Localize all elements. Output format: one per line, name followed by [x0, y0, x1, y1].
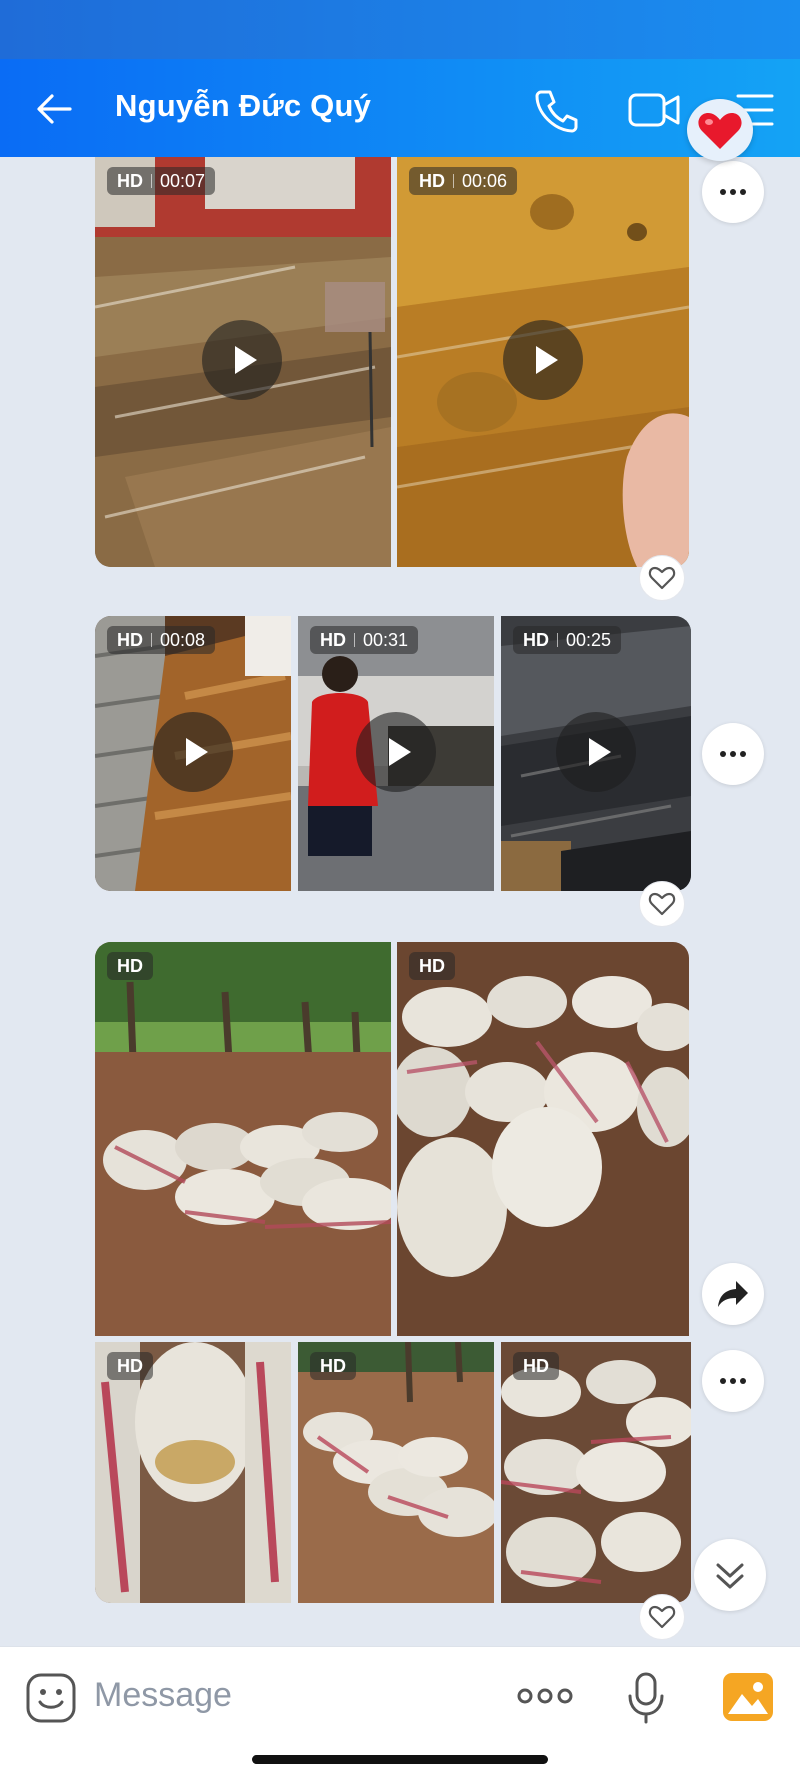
heart-emoji-icon: [698, 113, 742, 149]
video-duration: 00:08: [160, 630, 206, 650]
video-thumbnail[interactable]: HD 00:25: [501, 616, 691, 891]
media-quality-badge: HD: [310, 1352, 356, 1380]
media-quality-badge: HD 00:25: [513, 626, 622, 654]
media-quality-badge: HD: [107, 1352, 153, 1380]
reaction-heart-button[interactable]: [687, 99, 753, 161]
message-list[interactable]: HD 00:07 HD 00:06 HD 00:08 HD 00:31 HD 0…: [0, 157, 800, 1646]
double-chevron-down-icon: [716, 1563, 744, 1589]
forward-button[interactable]: [702, 1263, 764, 1325]
react-button[interactable]: [639, 881, 685, 927]
home-indicator: [252, 1755, 548, 1764]
video-camera-icon: [628, 93, 680, 127]
media-quality-badge: HD 00:07: [107, 167, 216, 195]
photo-thumbnail[interactable]: HD: [397, 942, 689, 1336]
media-quality-badge: HD 00:08: [107, 626, 216, 654]
scroll-to-bottom-button[interactable]: [694, 1539, 766, 1611]
heart-outline-icon: [648, 892, 676, 916]
video-thumbnail[interactable]: HD 00:08: [95, 616, 291, 891]
photo-thumbnail[interactable]: HD: [501, 1342, 691, 1603]
photo-image: [95, 942, 391, 1336]
photo-image: [397, 942, 689, 1336]
gallery-button[interactable]: [720, 1670, 776, 1724]
react-button[interactable]: [639, 555, 685, 601]
media-quality-badge: HD: [409, 952, 455, 980]
contact-name[interactable]: Nguyễn Đức Quý: [115, 88, 371, 124]
arrow-left-icon: [37, 94, 72, 124]
media-quality-badge: HD 00:06: [409, 167, 518, 195]
photo-image: [298, 1342, 494, 1603]
video-thumbnail[interactable]: HD 00:31: [298, 616, 494, 891]
status-bar: [0, 0, 800, 59]
video-duration: 00:07: [160, 171, 206, 191]
heart-outline-icon: [648, 1605, 676, 1629]
more-horizontal-icon: [517, 1688, 573, 1704]
play-icon[interactable]: [153, 712, 233, 792]
media-quality-badge: HD 00:31: [310, 626, 419, 654]
more-icon: [720, 751, 746, 757]
heart-outline-icon: [648, 566, 676, 590]
photo-thumbnail[interactable]: HD: [95, 1342, 291, 1603]
photo-thumbnail[interactable]: HD: [298, 1342, 494, 1603]
image-gallery-icon: [723, 1673, 773, 1721]
video-duration: 00:25: [566, 630, 612, 650]
video-thumbnail[interactable]: HD 00:07: [95, 157, 391, 567]
sticker-button[interactable]: [24, 1671, 78, 1725]
more-icon: [720, 1378, 746, 1384]
react-button[interactable]: [639, 1594, 685, 1640]
call-button[interactable]: [530, 84, 582, 136]
media-quality-badge: HD: [513, 1352, 559, 1380]
microphone-icon: [628, 1672, 664, 1724]
photo-image: [501, 1342, 691, 1603]
video-duration: 00:31: [363, 630, 409, 650]
more-icon: [720, 189, 746, 195]
play-icon[interactable]: [356, 712, 436, 792]
phone-icon: [535, 90, 578, 133]
photo-image: [95, 1342, 291, 1603]
more-options-button[interactable]: [702, 161, 764, 223]
play-icon[interactable]: [202, 320, 282, 400]
forward-icon: [718, 1281, 748, 1307]
media-quality-badge: HD: [107, 952, 153, 980]
photo-thumbnail[interactable]: HD: [95, 942, 391, 1336]
sticker-icon: [26, 1673, 76, 1723]
more-actions-button[interactable]: [514, 1676, 576, 1716]
play-icon[interactable]: [503, 320, 583, 400]
video-thumbnail[interactable]: HD 00:06: [397, 157, 689, 567]
video-duration: 00:06: [462, 171, 508, 191]
more-options-button[interactable]: [702, 1350, 764, 1412]
more-options-button[interactable]: [702, 723, 764, 785]
voice-message-button[interactable]: [624, 1670, 668, 1726]
back-button[interactable]: [30, 84, 80, 134]
video-call-button[interactable]: [626, 84, 682, 136]
message-input[interactable]: Message: [94, 1676, 232, 1715]
play-icon[interactable]: [556, 712, 636, 792]
